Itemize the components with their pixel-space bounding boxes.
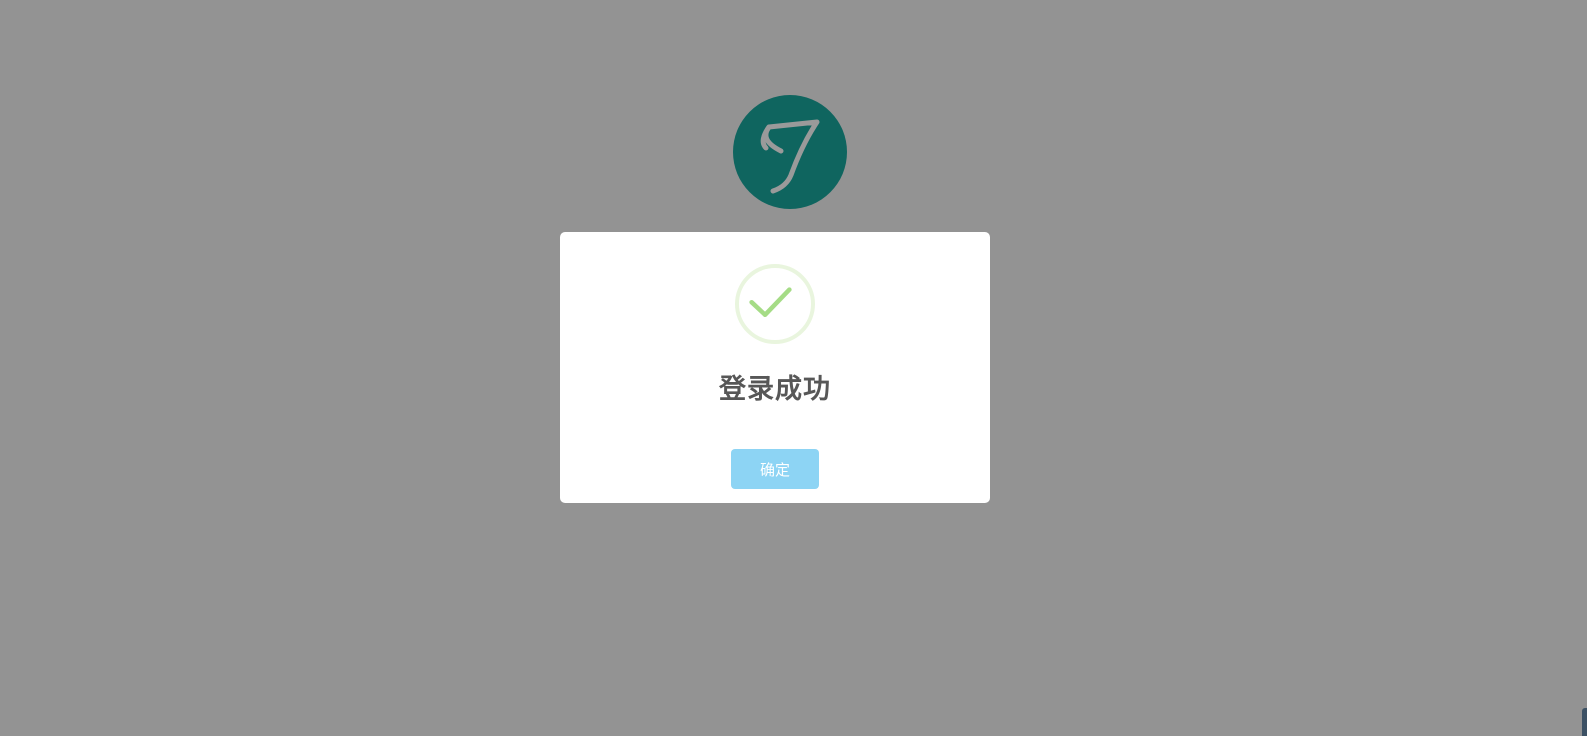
check-mark-icon [749,287,792,318]
scrollbar-thumb[interactable] [1582,708,1587,736]
success-check-icon [735,264,815,344]
script-j-logo-icon [760,119,820,194]
confirm-button[interactable]: 确定 [731,449,819,489]
dialog-title: 登录成功 [719,374,831,405]
brand-logo [733,95,847,209]
success-dialog: 登录成功 确定 [560,232,990,503]
